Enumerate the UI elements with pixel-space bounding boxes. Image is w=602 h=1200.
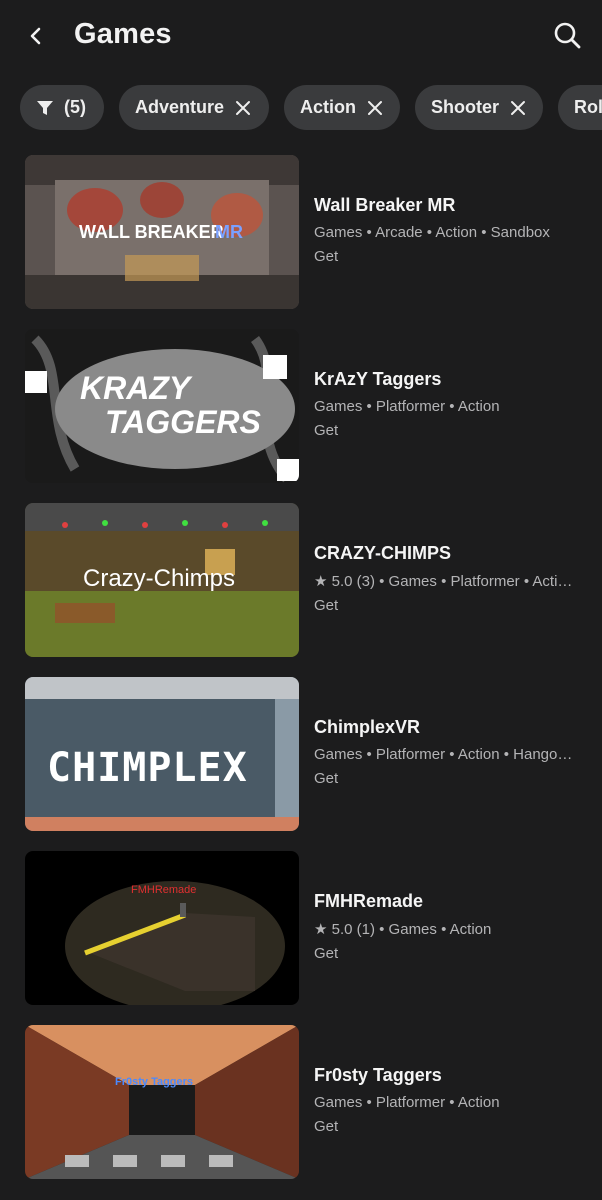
game-info: ChimplexVR Games • Platformer • Action •… xyxy=(314,717,594,787)
game-meta: ★ 5.0 (3) • Games • Platformer • Acti… xyxy=(314,573,573,590)
game-thumbnail[interactable]: WALL BREAKER MR xyxy=(25,155,299,309)
get-link[interactable]: Get xyxy=(314,945,594,962)
game-info: FMHRemade ★ 5.0 (1) • Games • Action Get xyxy=(314,891,594,962)
thumbnail-title: FMHRemade xyxy=(131,884,196,896)
game-title: CRAZY-CHIMPS xyxy=(314,543,452,563)
get-link[interactable]: Get xyxy=(314,422,594,439)
game-row[interactable]: KRAZY TAGGERS KrAzY Taggers Games • Plat… xyxy=(0,329,602,485)
game-meta: Games • Platformer • Action xyxy=(314,1094,500,1111)
page-title: Games xyxy=(74,18,172,50)
game-meta: ★ 5.0 (1) • Games • Action xyxy=(314,921,492,938)
thumbnail-title: Crazy-Chimps xyxy=(83,565,235,592)
game-row[interactable]: WALL BREAKER MR Wall Breaker MR Games • … xyxy=(0,155,602,311)
game-meta: Games • Platformer • Action xyxy=(314,398,500,415)
thumbnail-title: CHIMPLEX xyxy=(47,745,248,791)
chip-label: Action xyxy=(300,97,356,117)
close-icon[interactable] xyxy=(509,99,527,117)
game-info: CRAZY-CHIMPS ★ 5.0 (3) • Games • Platfor… xyxy=(314,543,594,614)
game-meta: Games • Arcade • Action • Sandbox xyxy=(314,224,550,241)
get-link[interactable]: Get xyxy=(314,248,594,265)
chip-label: Rol xyxy=(574,97,602,117)
game-info: Fr0sty Taggers Games • Platformer • Acti… xyxy=(314,1065,594,1135)
search-icon[interactable] xyxy=(552,20,582,50)
game-info: KrAzY Taggers Games • Platformer • Actio… xyxy=(314,369,594,439)
game-meta: Games • Platformer • Action • Hango… xyxy=(314,746,573,763)
game-title: ChimplexVR xyxy=(314,717,421,737)
chip-roleplay[interactable]: Rol xyxy=(558,85,602,130)
app-header: Games xyxy=(0,0,602,72)
game-title: KrAzY Taggers xyxy=(314,369,442,389)
game-thumbnail[interactable]: CHIMPLEX xyxy=(25,677,299,831)
chip-action[interactable]: Action xyxy=(284,85,400,130)
game-thumbnail[interactable]: Fr0sty Taggers xyxy=(25,1025,299,1179)
filter-funnel-icon xyxy=(37,100,53,115)
game-row[interactable]: FMHRemade FMHRemade ★ 5.0 (1) • Games • … xyxy=(0,851,602,1007)
chip-adventure[interactable]: Adventure xyxy=(119,85,269,130)
game-row[interactable]: CHIMPLEX ChimplexVR Games • Platformer •… xyxy=(0,677,602,833)
game-title: Wall Breaker MR xyxy=(314,195,456,215)
thumbnail-title: WALL BREAKER xyxy=(79,222,224,242)
thumbnail-title: KRAZY xyxy=(80,370,193,406)
game-thumbnail[interactable]: Crazy-Chimps xyxy=(25,503,299,657)
chip-label: Shooter xyxy=(431,97,500,117)
thumbnail-title-line2: TAGGERS xyxy=(105,404,262,440)
game-info: Wall Breaker MR Games • Arcade • Action … xyxy=(314,195,594,265)
filter-count: (5) xyxy=(64,97,86,117)
chip-shooter[interactable]: Shooter xyxy=(415,85,543,130)
filter-chip-bar: (5) Adventure Action Shooter Rol xyxy=(0,85,602,131)
close-icon[interactable] xyxy=(234,99,252,117)
get-link[interactable]: Get xyxy=(314,1118,594,1135)
close-icon[interactable] xyxy=(366,99,384,117)
game-row[interactable]: Crazy-Chimps CRAZY-CHIMPS ★ 5.0 (3) • Ga… xyxy=(0,503,602,659)
game-row[interactable]: Fr0sty Taggers Fr0sty Taggers Games • Pl… xyxy=(0,1025,602,1181)
game-thumbnail[interactable]: KRAZY TAGGERS xyxy=(25,329,299,483)
get-link[interactable]: Get xyxy=(314,770,594,787)
thumbnail-title: Fr0sty Taggers xyxy=(115,1076,193,1088)
game-title: Fr0sty Taggers xyxy=(314,1065,442,1085)
back-arrow-icon[interactable] xyxy=(22,22,50,50)
chip-label: Adventure xyxy=(135,97,225,117)
get-link[interactable]: Get xyxy=(314,597,594,614)
filter-button[interactable]: (5) xyxy=(20,85,104,130)
game-title: FMHRemade xyxy=(314,891,424,911)
thumbnail-title-accent: MR xyxy=(215,222,243,242)
game-thumbnail[interactable]: FMHRemade xyxy=(25,851,299,1005)
